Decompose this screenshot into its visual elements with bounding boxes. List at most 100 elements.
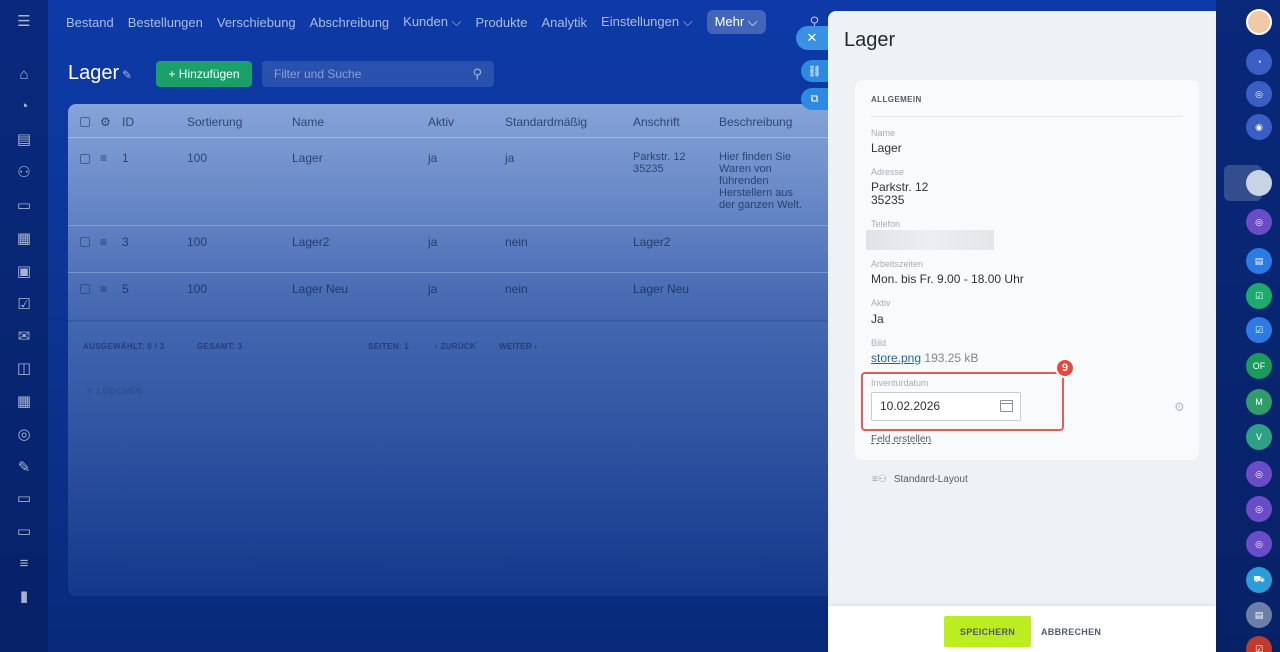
- menu-icon[interactable]: ☰: [12, 9, 36, 33]
- chat-v[interactable]: V: [1246, 424, 1272, 450]
- section-heading: ALLGEMEIN: [871, 95, 922, 104]
- grid-scrollbar[interactable]: [68, 320, 848, 322]
- open-new-window-button[interactable]: ⧉: [801, 88, 828, 110]
- copilot-icon[interactable]: ◎: [1246, 81, 1272, 107]
- link-icon: ⛓: [807, 65, 822, 78]
- channel-icon[interactable]: ◎: [1246, 461, 1272, 487]
- calendar-icon[interactable]: ▦: [12, 389, 36, 413]
- grid-settings-icon[interactable]: ⚙: [100, 115, 111, 129]
- col-active[interactable]: Aktiv: [428, 115, 454, 129]
- nav-kunden[interactable]: Kunden ⌵: [403, 14, 461, 30]
- nav-verschiebung[interactable]: Verschiebung: [217, 15, 296, 30]
- phone-value-redacted[interactable]: [866, 230, 994, 250]
- chat-avatar[interactable]: [1246, 170, 1272, 196]
- cancel-button[interactable]: ABBRECHEN: [1041, 627, 1101, 637]
- nav-more[interactable]: Mehr ⌵: [706, 10, 766, 34]
- page-title: Lager: [68, 62, 120, 84]
- table-row[interactable]: ≡ 3 100 Lager2 ja nein Lager2: [68, 227, 848, 273]
- nav-bestellungen[interactable]: Bestellungen: [128, 15, 203, 30]
- nav-produkte[interactable]: Produkte: [475, 15, 527, 30]
- col-description[interactable]: Beschreibung: [719, 115, 792, 129]
- warehouse-grid: ⚙ ID Sortierung Name Aktiv Standardmäßig…: [68, 104, 848, 596]
- crm-icon[interactable]: ◔: [12, 94, 36, 118]
- col-name[interactable]: Name: [292, 115, 324, 129]
- task-chat-icon[interactable]: ☑: [1246, 283, 1272, 309]
- save-button[interactable]: SPEICHERN: [944, 616, 1031, 647]
- image-file-size: 193.25 kB: [924, 351, 979, 365]
- documents-icon[interactable]: ▦: [12, 226, 36, 250]
- image-file-link[interactable]: store.png: [871, 351, 921, 365]
- card-icon[interactable]: ▤: [1246, 602, 1272, 628]
- tasks-icon[interactable]: ▤: [12, 127, 36, 151]
- next-page-link[interactable]: WEITER ›: [499, 342, 537, 351]
- step-badge: 9: [1055, 358, 1075, 378]
- mail-icon[interactable]: ✉: [12, 324, 36, 348]
- row-id: 1: [122, 151, 129, 165]
- pen-icon[interactable]: ✎: [12, 455, 36, 479]
- nav-bestand[interactable]: Bestand: [66, 15, 114, 30]
- table-row[interactable]: ≡ 5 100 Lager Neu ja nein Lager Neu: [68, 274, 848, 320]
- drag-handle-icon[interactable]: ≡: [100, 235, 107, 249]
- add-button[interactable]: + Hinzufügen: [156, 61, 252, 87]
- contact-card-icon[interactable]: ▤: [1246, 248, 1272, 274]
- section-divider: [871, 116, 1183, 117]
- channel-icon[interactable]: ◎: [1246, 496, 1272, 522]
- row-checkbox[interactable]: [80, 283, 90, 297]
- create-field-link[interactable]: Feld erstellen: [871, 434, 931, 445]
- field-settings-icon[interactable]: ⚙: [1174, 400, 1185, 414]
- chat-icon[interactable]: ◫: [12, 356, 36, 380]
- col-default[interactable]: Standardmäßig: [505, 115, 587, 129]
- sites-icon[interactable]: ▣: [12, 259, 36, 283]
- store-icon[interactable]: ▭: [12, 486, 36, 510]
- task-icon[interactable]: ☑: [1246, 636, 1272, 652]
- col-id[interactable]: ID: [122, 115, 134, 129]
- delete-button[interactable]: ✕ LÖSCHEN: [86, 386, 143, 397]
- row-name: Lager Neu: [292, 282, 349, 296]
- checklist-icon[interactable]: ☑: [12, 292, 36, 316]
- name-label: Name: [871, 128, 896, 138]
- nav-analytik[interactable]: Analytik: [542, 15, 588, 30]
- user-avatar[interactable]: [1246, 9, 1272, 35]
- contacts-icon[interactable]: ⚇: [12, 160, 36, 184]
- prev-page-link[interactable]: ‹ ZURÜCK: [435, 342, 476, 351]
- row-checkbox[interactable]: [80, 153, 90, 167]
- drag-handle-icon[interactable]: ≡: [100, 282, 107, 296]
- search-input[interactable]: Filter und Suche ⚲: [262, 61, 494, 87]
- shop-icon[interactable]: ⛟: [1246, 567, 1272, 593]
- nav-einstellungen[interactable]: Einstellungen ⌵: [601, 14, 693, 30]
- name-value[interactable]: Lager: [871, 142, 902, 155]
- channel-icon[interactable]: ◎: [1246, 531, 1272, 557]
- address-line2[interactable]: 35235: [871, 194, 904, 207]
- chat-m[interactable]: M: [1246, 389, 1272, 415]
- copy-link-button[interactable]: ⛓: [801, 60, 828, 82]
- analytics-icon[interactable]: ▮: [12, 584, 36, 608]
- table-row[interactable]: ≡ 1 100 Lager ja ja Parkstr. 12 35235 Hi…: [68, 139, 848, 226]
- pages-count: SEITEN: 1: [368, 342, 409, 351]
- col-sort[interactable]: Sortierung: [187, 115, 242, 129]
- active-value[interactable]: Ja: [871, 313, 884, 326]
- col-address[interactable]: Anschrift: [633, 115, 680, 129]
- search-icon: ⚲: [472, 66, 482, 81]
- notifications-icon[interactable]: ◔: [1246, 49, 1272, 75]
- filter-icon[interactable]: ≡: [12, 551, 36, 575]
- feed-icon[interactable]: ▭: [12, 519, 36, 543]
- select-all-checkbox[interactable]: [80, 116, 90, 130]
- row-checkbox[interactable]: [80, 236, 90, 250]
- row-address-line2: 35235: [633, 163, 664, 175]
- nav-abschreibung[interactable]: Abschreibung: [310, 15, 390, 30]
- highlight-frame: [861, 372, 1064, 431]
- home-icon[interactable]: ⌂: [12, 62, 36, 86]
- close-slider-button[interactable]: ✕: [796, 26, 828, 50]
- layout-selector[interactable]: ≡⚇ Standard-Layout: [872, 474, 968, 485]
- channel-icon[interactable]: ◎: [1246, 209, 1272, 235]
- task-list-icon[interactable]: ☑: [1246, 317, 1272, 343]
- chat-of[interactable]: OF: [1246, 353, 1272, 379]
- hours-value[interactable]: Mon. bis Fr. 9.00 - 18.00 Uhr: [871, 273, 1024, 286]
- hours-label: Arbeitszeiten: [871, 259, 924, 269]
- inventory-icon[interactable]: ▭: [12, 193, 36, 217]
- drag-handle-icon[interactable]: ≡: [100, 151, 107, 165]
- globe-icon[interactable]: ◎: [12, 422, 36, 446]
- edit-icon[interactable]: ✎: [122, 68, 132, 82]
- action-bar: SPEICHERN ABBRECHEN: [828, 606, 1216, 652]
- search-chat-icon[interactable]: ◉: [1246, 114, 1272, 140]
